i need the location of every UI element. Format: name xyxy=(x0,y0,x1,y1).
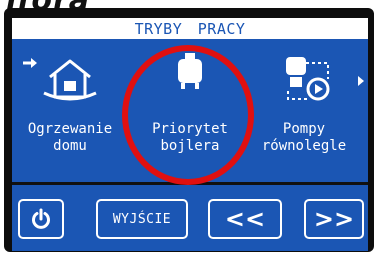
mode-parallel-pumps[interactable]: Pompy równolegle xyxy=(248,49,360,189)
mode-label: Ogrzewanie domu xyxy=(27,121,113,154)
previous-button[interactable]: << xyxy=(208,199,282,239)
house-heating-icon xyxy=(43,59,97,101)
mode-house-heating[interactable]: Ogrzewanie domu xyxy=(14,49,126,189)
mode-boiler-priority[interactable]: Priorytet bojlera xyxy=(134,49,246,189)
button-row: WYJŚCIE << >> xyxy=(12,185,368,251)
exit-button[interactable]: WYJŚCIE xyxy=(96,199,188,239)
boiler-icon xyxy=(178,53,202,89)
screen-title: TRYBY PRACY xyxy=(12,18,368,39)
double-chevron-right-icon: >> xyxy=(313,205,355,233)
next-button[interactable]: >> xyxy=(304,199,364,239)
mode-label: Pompy równolegle xyxy=(261,121,347,154)
double-chevron-left-icon: << xyxy=(224,205,266,233)
power-button[interactable] xyxy=(18,199,64,239)
controller-device: TRYBY PRACY Ogrzewanie domu Priorytet bo… xyxy=(4,8,374,252)
power-icon xyxy=(32,208,50,229)
lcd-screen: TRYBY PRACY Ogrzewanie domu Priorytet bo… xyxy=(12,18,368,251)
parallel-pumps-icon xyxy=(286,57,330,101)
mode-label: Priorytet bojlera xyxy=(152,121,228,154)
